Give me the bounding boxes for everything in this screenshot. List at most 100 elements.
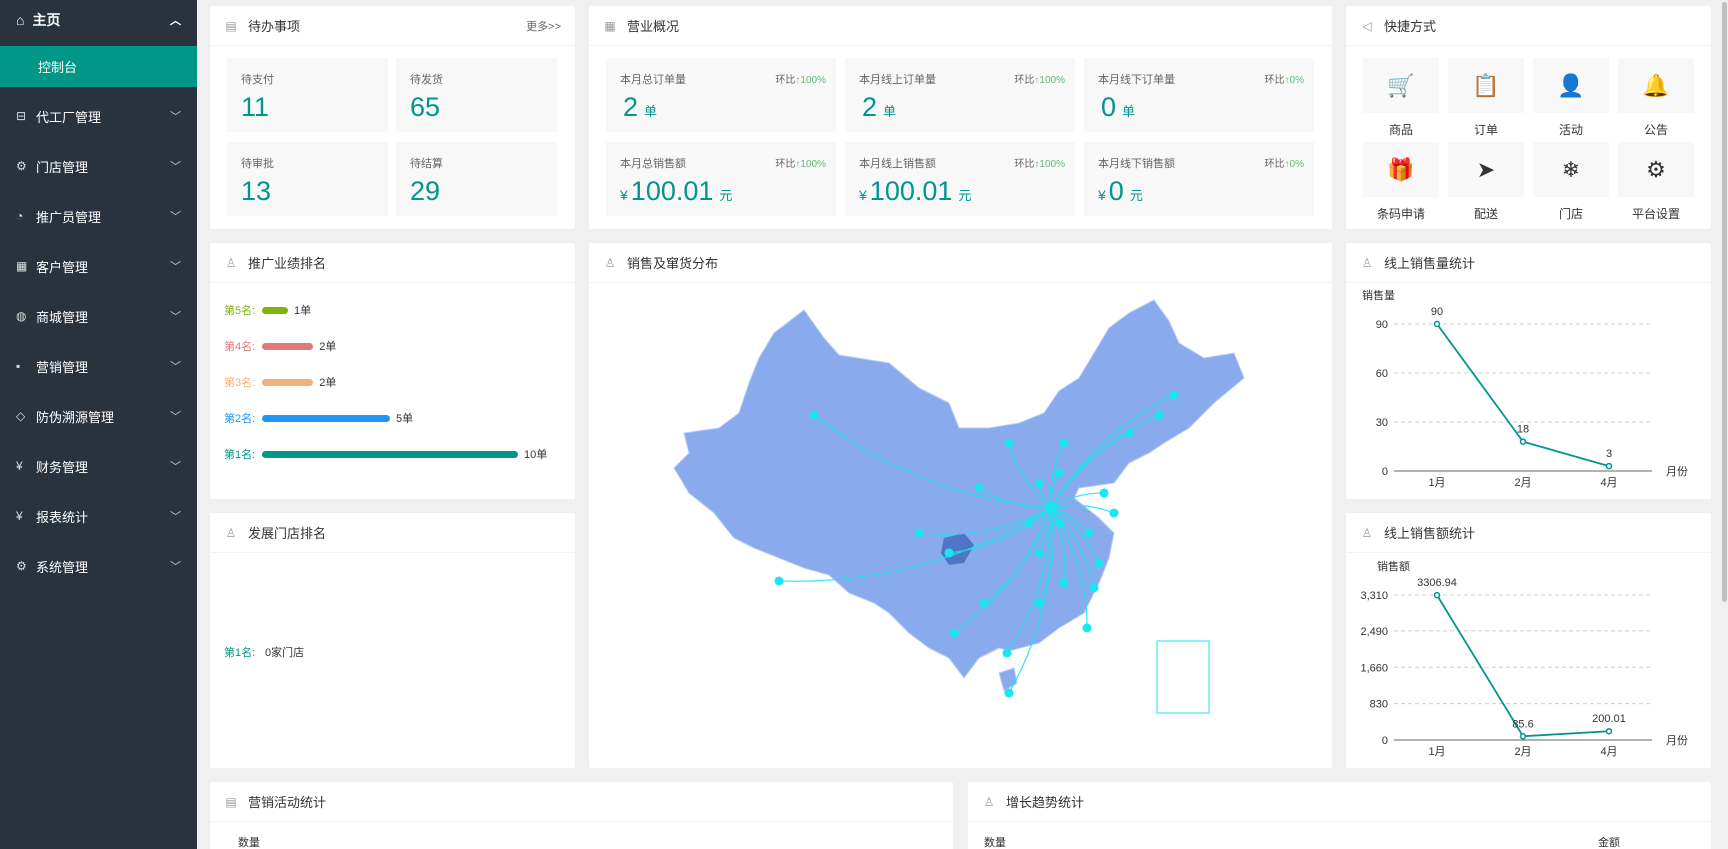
flow-dot[interactable] — [1082, 623, 1092, 633]
panel-title: 增长趋势统计 — [1006, 795, 1085, 810]
business-tile[interactable]: 本月线上销售额 环比↑100% ¥100.01 元 — [845, 142, 1075, 216]
flow-dot[interactable] — [914, 528, 924, 538]
tile-ratio: 环比↑100% — [775, 155, 826, 170]
chevron-down-icon: ﹀ — [170, 111, 181, 123]
quick-item-label: 门店 — [1558, 207, 1583, 221]
todo-tile[interactable]: 待发货 65 — [396, 58, 557, 132]
quick-item[interactable]: 📋 订单 — [1448, 58, 1524, 138]
business-tile[interactable]: 本月线下订单量 环比↑0% 0单 — [1084, 58, 1314, 132]
sidebar-item[interactable]: ¥ 财务管理 ﹀ — [0, 441, 197, 491]
rank-label: 第5名: — [224, 305, 256, 317]
flow-dot[interactable] — [1124, 428, 1134, 438]
flow-dot[interactable] — [1054, 468, 1064, 478]
data-point — [1519, 733, 1527, 740]
tile-value-wrap: ¥100.01 元 — [620, 176, 732, 207]
rank-value: 1单 — [294, 305, 312, 317]
flow-dot[interactable] — [1024, 518, 1034, 528]
quick-item[interactable]: ❄ 门店 — [1533, 142, 1609, 222]
tile-unit: 单 — [883, 104, 897, 119]
shield-icon: ◇ — [16, 409, 26, 423]
map-region — [673, 299, 1245, 679]
sidebar-item[interactable]: ◔ 推广员管理 ﹀ — [0, 191, 197, 241]
speaker-icon: ◁ — [1362, 18, 1372, 33]
flow-dot[interactable] — [1169, 390, 1179, 400]
sales-amount-chart[interactable]: 销售额 0 830 1,660 2,490 3,310 月份 1月 2月 4月 3306.94 85.… — [1346, 553, 1711, 768]
quick-item[interactable]: ⚙ 平台设置 — [1618, 142, 1694, 222]
calendar-icon: ▦ — [16, 259, 28, 273]
sidebar-item-label: 防伪溯源管理 — [36, 409, 115, 425]
rank-bar — [262, 450, 518, 458]
flow-dot[interactable] — [1089, 583, 1099, 593]
flow-dot[interactable] — [1034, 548, 1044, 558]
sidebar-item[interactable]: ◍ 商城管理 ﹀ — [0, 291, 197, 341]
business-tile[interactable]: 本月总销售额 环比↑100% ¥100.01 元 — [606, 142, 836, 216]
flow-dot[interactable] — [1094, 558, 1104, 568]
flow-dot[interactable] — [979, 598, 989, 608]
quick-item-label: 条码申请 — [1376, 207, 1425, 221]
sidebar-item[interactable]: ▦ 客户管理 ﹀ — [0, 241, 197, 291]
map-island — [998, 667, 1018, 692]
quick-item-label: 商品 — [1388, 123, 1413, 137]
axis-label: 数量 — [238, 837, 260, 849]
business-tile[interactable]: 本月总订单量 环比↑100% 2单 — [606, 58, 836, 132]
business-tile[interactable]: 本月线上订单量 环比↑100% 2单 — [845, 58, 1075, 132]
chevron-down-icon: ﹀ — [170, 311, 181, 323]
flow-dot[interactable] — [944, 548, 954, 558]
flow-dot[interactable] — [949, 628, 959, 638]
tile-value: 11 — [241, 92, 270, 122]
quick-item[interactable]: 👤 活动 — [1533, 58, 1609, 138]
quick-item[interactable]: 🎁 条码申请 — [1363, 142, 1439, 222]
panel-title: 快捷方式 — [1384, 19, 1437, 34]
flow-dot[interactable] — [1154, 410, 1164, 420]
flow-dot[interactable] — [1034, 598, 1044, 608]
quick-item[interactable]: ➤ 配送 — [1448, 142, 1524, 222]
flow-dot[interactable] — [1099, 488, 1109, 498]
flow-dot[interactable] — [809, 410, 819, 420]
flow-dot[interactable] — [1084, 528, 1094, 538]
sidebar-item[interactable]: ⚙ 门店管理 ﹀ — [0, 141, 197, 191]
flow-dot[interactable] — [974, 483, 984, 493]
data-label: 85.6 — [1512, 718, 1533, 730]
ratio-value: ↑100% — [795, 75, 826, 86]
rank-bar — [262, 306, 288, 314]
todo-tile[interactable]: 待审批 13 — [227, 142, 388, 216]
scrollbar[interactable] — [1720, 0, 1728, 849]
flow-dot[interactable] — [1109, 508, 1119, 518]
flow-dot[interactable] — [1002, 648, 1012, 658]
tile-unit: 单 — [1122, 104, 1136, 119]
flow-hub[interactable] — [1045, 502, 1057, 514]
series-line — [1436, 594, 1610, 738]
todo-tile[interactable]: 待结算 29 — [396, 142, 557, 216]
flow-dot[interactable] — [1059, 578, 1069, 588]
sidebar-item[interactable]: ⚙ 系统管理 ﹀ — [0, 541, 197, 591]
ratio-prefix: 环比 — [1264, 75, 1285, 86]
sidebar-home[interactable]: ⌂ 主页 ︿ — [0, 0, 197, 40]
china-map[interactable] — [589, 283, 1332, 768]
todo-tile[interactable]: 待支付 11 — [227, 58, 388, 132]
chevron-down-icon: ﹀ — [170, 161, 181, 173]
flow-dot[interactable] — [1004, 438, 1014, 448]
y-tick-label: 1,660 — [1360, 662, 1388, 674]
sidebar-item[interactable]: ▪ 营销管理 ﹀ — [0, 341, 197, 391]
flow-dot[interactable] — [1059, 438, 1069, 448]
flow-dot[interactable] — [774, 576, 784, 586]
quick-item[interactable]: 🛒 商品 — [1363, 58, 1439, 138]
gauge-icon: ◔ — [16, 209, 24, 223]
scrollbar-thumb[interactable] — [1722, 2, 1727, 602]
sidebar-item[interactable]: ◇ 防伪溯源管理 ﹀ — [0, 391, 197, 441]
quick-item[interactable]: 🔔 公告 — [1618, 58, 1694, 138]
more-link[interactable]: 更多>> — [526, 18, 561, 34]
user-icon: ♙ — [604, 255, 616, 270]
sidebar-item-console[interactable]: 控制台 — [0, 46, 197, 87]
tile-value-wrap: ¥0 元 — [1098, 176, 1143, 207]
sidebar-item[interactable]: ⊟ 代工厂管理 ﹀ — [0, 91, 197, 141]
business-tile[interactable]: 本月线下销售额 环比↑0% ¥0 元 — [1084, 142, 1314, 216]
flow-dot[interactable] — [1004, 688, 1014, 698]
flow-dot[interactable] — [1034, 478, 1044, 488]
calendar-icon: ▦ — [604, 18, 616, 33]
sidebar-item[interactable]: ¥ 报表统计 ﹀ — [0, 491, 197, 541]
sales-volume-chart[interactable]: 销售量 0 30 60 90 月份 1月 2月 4月 90 18 3 — [1346, 283, 1711, 499]
rank-value: 2单 — [319, 341, 337, 353]
flow-dot[interactable] — [1054, 518, 1064, 528]
tile-label: 本月总销售额 — [620, 158, 686, 170]
